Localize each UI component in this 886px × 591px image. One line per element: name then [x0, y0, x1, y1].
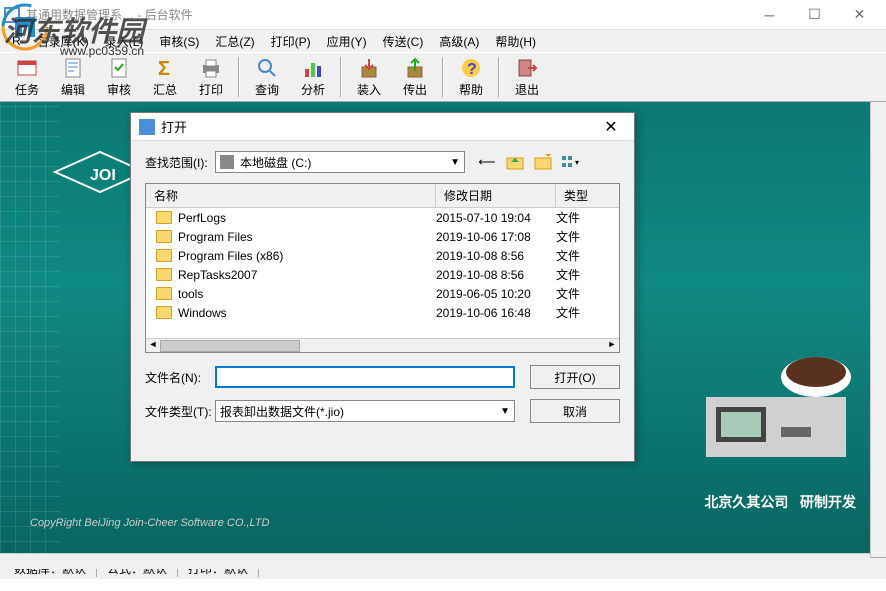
- toolbar-exit-button[interactable]: 退出: [504, 55, 550, 99]
- import-icon: [358, 57, 380, 79]
- decorative-desk-image: [686, 297, 866, 477]
- task-icon: [16, 57, 38, 79]
- menu-item-9[interactable]: 帮助(H): [487, 31, 544, 52]
- vertical-scrollbar[interactable]: [870, 102, 886, 557]
- dialog-close-button[interactable]: ✕: [596, 115, 626, 139]
- chevron-down-icon: ▼: [500, 406, 510, 417]
- filename-label: 文件名(N):: [145, 369, 215, 386]
- svg-text:✦: ✦: [544, 154, 552, 161]
- cancel-button[interactable]: 取消: [530, 399, 620, 423]
- menu-item-8[interactable]: 高级(A): [431, 31, 487, 52]
- svg-text:?: ?: [467, 61, 477, 78]
- toolbar-separator: [442, 57, 444, 97]
- view-menu-icon[interactable]: ▾: [561, 152, 581, 172]
- toolbar-export-button[interactable]: 传出: [392, 55, 438, 99]
- toolbar: 任务编辑审核Σ汇总打印查询分析装入传出?帮助退出: [0, 52, 886, 102]
- watermark-url: www.pc0359.cn: [60, 44, 144, 58]
- toolbar-separator: [340, 57, 342, 97]
- dialog-icon: [139, 119, 155, 135]
- file-list: 名称 修改日期 类型 PerfLogs2015-07-10 19:04文件Pro…: [145, 183, 620, 353]
- brand-company: 北京久其公司 研制开发: [704, 492, 856, 512]
- folder-icon: [156, 230, 172, 243]
- exit-icon: [516, 57, 538, 79]
- print-icon: [200, 57, 222, 79]
- folder-icon: [156, 287, 172, 300]
- folder-icon: [156, 249, 172, 262]
- chart-icon: [302, 57, 324, 79]
- toolbar-separator: [498, 57, 500, 97]
- toolbar-print-button[interactable]: 打印: [188, 55, 234, 99]
- back-icon[interactable]: ⟵: [477, 152, 497, 172]
- scrollbar-thumb[interactable]: [160, 340, 300, 352]
- close-button[interactable]: ✕: [837, 1, 882, 29]
- filename-input[interactable]: [215, 366, 515, 388]
- file-row[interactable]: RepTasks20072019-10-08 8:56文件: [146, 265, 619, 284]
- lookin-label: 查找范围(I):: [145, 154, 215, 171]
- column-type[interactable]: 类型: [556, 184, 606, 207]
- toolbar-edit-button[interactable]: 编辑: [50, 55, 96, 99]
- column-date[interactable]: 修改日期: [436, 184, 556, 207]
- minimize-button[interactable]: ─: [747, 1, 792, 29]
- export-icon: [404, 57, 426, 79]
- folder-icon: [156, 306, 172, 319]
- search-icon: [256, 57, 278, 79]
- svg-text:Σ: Σ: [158, 58, 170, 79]
- toolbar-sum-button[interactable]: Σ汇总: [142, 55, 188, 99]
- file-row[interactable]: Program Files (x86)2019-10-08 8:56文件: [146, 246, 619, 265]
- file-list-scrollbar[interactable]: ◄ ►: [146, 338, 619, 352]
- horizontal-scrollbar[interactable]: [0, 553, 870, 569]
- lookin-dropdown[interactable]: 本地磁盘 (C:) ▼: [215, 151, 465, 173]
- help-icon: ?: [460, 57, 482, 79]
- svg-text:JOI: JOI: [90, 167, 116, 184]
- toolbar-import-button[interactable]: 装入: [346, 55, 392, 99]
- sum-icon: Σ: [154, 57, 176, 79]
- menu-item-6[interactable]: 应用(Y): [319, 31, 375, 52]
- up-folder-icon[interactable]: [505, 152, 525, 172]
- toolbar-help-button[interactable]: ?帮助: [448, 55, 494, 99]
- folder-icon: [156, 211, 172, 224]
- new-folder-icon[interactable]: ✦: [533, 152, 553, 172]
- file-row[interactable]: Windows2019-10-06 16:48文件: [146, 303, 619, 322]
- copyright-text: CopyRight BeiJing Join-Cheer Software CO…: [30, 517, 269, 529]
- filetype-label: 文件类型(T):: [145, 403, 215, 420]
- open-file-dialog: 打开 ✕ 查找范围(I): 本地磁盘 (C:) ▼ ⟵ ✦ ▾ 名称 修改日期 …: [130, 112, 635, 462]
- drive-icon: [220, 155, 234, 169]
- file-row[interactable]: tools2019-06-05 10:20文件: [146, 284, 619, 303]
- dialog-title: 打开: [161, 117, 596, 136]
- toolbar-separator: [238, 57, 240, 97]
- file-row[interactable]: Program Files2019-10-06 17:08文件: [146, 227, 619, 246]
- column-name[interactable]: 名称: [146, 184, 436, 207]
- edit-icon: [62, 57, 84, 79]
- check-icon: [108, 57, 130, 79]
- toolbar-search-button[interactable]: 查询: [244, 55, 290, 99]
- menu-item-7[interactable]: 传送(C): [375, 31, 432, 52]
- file-row[interactable]: PerfLogs2015-07-10 19:04文件: [146, 208, 619, 227]
- file-list-header: 名称 修改日期 类型: [146, 184, 619, 208]
- toolbar-chart-button[interactable]: 分析: [290, 55, 336, 99]
- folder-icon: [156, 268, 172, 281]
- maximize-button[interactable]: ☐: [792, 1, 837, 29]
- chevron-down-icon: ▼: [450, 157, 460, 168]
- filetype-dropdown[interactable]: 报表卸出数据文件(*.jio) ▼: [215, 400, 515, 422]
- toolbar-check-button[interactable]: 审核: [96, 55, 142, 99]
- menu-item-3[interactable]: 审核(S): [151, 31, 207, 52]
- dialog-titlebar: 打开 ✕: [131, 113, 634, 141]
- open-button[interactable]: 打开(O): [530, 365, 620, 389]
- menu-item-4[interactable]: 汇总(Z): [207, 31, 262, 52]
- menu-item-5[interactable]: 打印(P): [263, 31, 319, 52]
- svg-text:▾: ▾: [575, 158, 579, 167]
- toolbar-task-button[interactable]: 任务: [4, 55, 50, 99]
